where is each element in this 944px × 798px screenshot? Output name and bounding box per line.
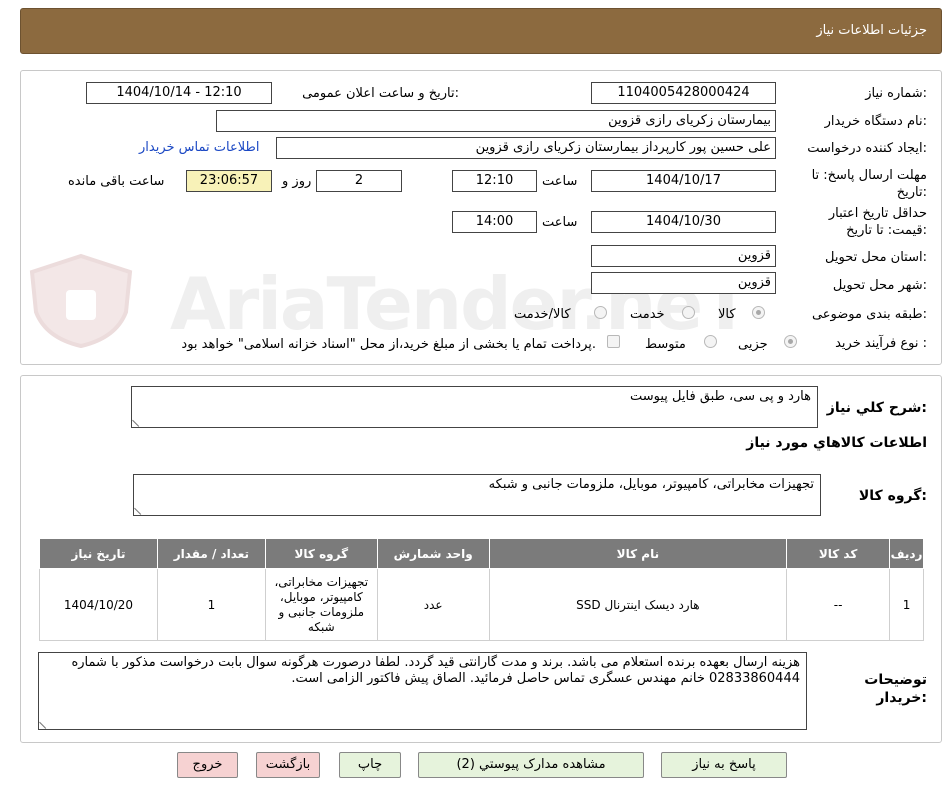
deadline-time-field: 12:10 (452, 170, 537, 192)
col-header-need-date: تاریخ نیاز (39, 538, 158, 569)
description-label: شرح کلي نياز: (826, 400, 927, 416)
category-label: طبقه بندی موضوعی: (811, 307, 927, 322)
buyer-notes-label-line2: خریدار: (876, 690, 927, 706)
col-header-quantity: تعداد / مقدار (156, 538, 266, 569)
validity-time-field: 14:00 (452, 211, 537, 233)
category-goods-radio[interactable] (752, 306, 765, 319)
treasury-payment-note: پرداخت تمام یا بخشی از مبلغ خرید،از محل … (181, 337, 596, 352)
creator-field: علی حسین پور کارپرداز بیمارستان زکریای ر… (276, 137, 776, 159)
category-service-radio[interactable] (682, 306, 695, 319)
buyer-notes-text: هزینه ارسال بعهده برنده استعلام می باشد.… (71, 655, 800, 686)
exit-button[interactable]: خروج (177, 752, 238, 778)
goods-group-label: گروه کالا: (858, 488, 927, 504)
col-header-row-number: ردیف (889, 538, 924, 569)
print-button[interactable]: چاپ (339, 752, 401, 778)
buyer-label: نام دستگاه خریدار: (824, 114, 927, 129)
category-service-label: خدمت (630, 307, 665, 322)
page-title: جزئیات اطلاعات نیاز (816, 23, 927, 38)
buyer-notes-textarea[interactable]: هزینه ارسال بعهده برنده استعلام می باشد.… (38, 652, 807, 730)
cell-need-date: 1404/10/20 (39, 568, 158, 641)
category-goods-label: کالا (718, 307, 736, 322)
purchase-type-label: نوع فرآیند خرید : (835, 336, 927, 351)
table-row: 1 -- هارد دیسک اینترنال SSD عدد تجهیزات … (39, 568, 924, 641)
description-text: هارد و پی سی، طبق فایل پیوست (630, 389, 811, 404)
col-header-group: گروه کالا (264, 538, 378, 569)
deadline-label: مهلت ارسال پاسخ: تا تاریخ: (811, 168, 927, 200)
cell-row-number: 1 (889, 568, 924, 641)
col-header-name: نام کالا (488, 538, 788, 569)
goods-section-title: اطلاعات کالاهاي مورد نياز (746, 435, 927, 451)
purchase-medium-radio[interactable] (704, 335, 717, 348)
validity-label: حداقل تاریخ اعتبار قیمت: تا تاریخ: (828, 206, 927, 238)
purchase-minor-label: جزیی (738, 337, 768, 352)
creator-label: ایجاد کننده درخواست: (807, 141, 927, 156)
view-attachments-button[interactable]: مشاهده مدارک پیوستي (2) (418, 752, 644, 778)
time-remaining-label: ساعت باقی مانده (68, 174, 165, 189)
city-label: شهر محل تحویل: (832, 278, 927, 293)
category-goods-service-radio[interactable] (594, 306, 607, 319)
cell-code: -- (786, 568, 891, 641)
back-button[interactable]: بازگشت (256, 752, 320, 778)
reply-button[interactable]: پاسخ به نیاز (661, 752, 787, 778)
page-header: جزئیات اطلاعات نیاز (20, 8, 942, 54)
cell-group: تجهیزات مخابراتی، کامپیوتر، موبایل، ملزو… (264, 568, 378, 641)
goods-group-textarea[interactable]: تجهیزات مخابراتی، کامپیوتر، موبایل، ملزو… (133, 474, 821, 516)
validity-date-field: 1404/10/30 (591, 211, 776, 233)
description-textarea[interactable]: هارد و پی سی، طبق فایل پیوست (131, 386, 818, 428)
buyer-notes-label-line1: توضیحات (864, 672, 927, 688)
validity-time-label: ساعت (542, 215, 578, 230)
goods-group-text: تجهیزات مخابراتی، کامپیوتر، موبایل، ملزو… (488, 477, 814, 492)
deadline-date-field: 1404/10/17 (591, 170, 776, 192)
province-field: قزوین (591, 245, 776, 267)
days-label: روز و (282, 174, 312, 189)
cell-unit: عدد (376, 568, 490, 641)
purchase-medium-label: متوسط (645, 337, 686, 352)
col-header-code: کد کالا (786, 538, 891, 569)
cell-name: هارد دیسک اینترنال SSD (488, 568, 788, 641)
buyer-contact-link[interactable]: اطلاعات تماس خریدار (139, 140, 259, 155)
category-goods-service-label: کالا/خدمت (514, 307, 571, 322)
announce-datetime-label: تاریخ و ساعت اعلان عمومی: (302, 86, 459, 101)
treasury-payment-checkbox[interactable] (607, 335, 620, 348)
deadline-time-label: ساعت (542, 174, 578, 189)
need-number-label: شماره نیاز: (865, 86, 927, 101)
items-table: ردیف کد کالا نام کالا واحد شمارش گروه کا… (39, 538, 924, 641)
table-header-row: ردیف کد کالا نام کالا واحد شمارش گروه کا… (39, 538, 924, 569)
announce-datetime-field: 1404/10/14 - 12:10 (86, 82, 272, 104)
province-label: استان محل تحویل: (825, 250, 927, 265)
days-remaining-field: 2 (316, 170, 402, 192)
city-field: قزوین (591, 272, 776, 294)
buyer-field: بیمارستان زکریای رازی قزوین (216, 110, 776, 132)
purchase-minor-radio[interactable] (784, 335, 797, 348)
need-number-field: 1104005428000424 (591, 82, 776, 104)
watermark-logo-icon (29, 253, 133, 349)
time-remaining-field: 23:06:57 (186, 170, 272, 192)
col-header-unit: واحد شمارش (376, 538, 490, 569)
cell-quantity: 1 (156, 568, 266, 641)
